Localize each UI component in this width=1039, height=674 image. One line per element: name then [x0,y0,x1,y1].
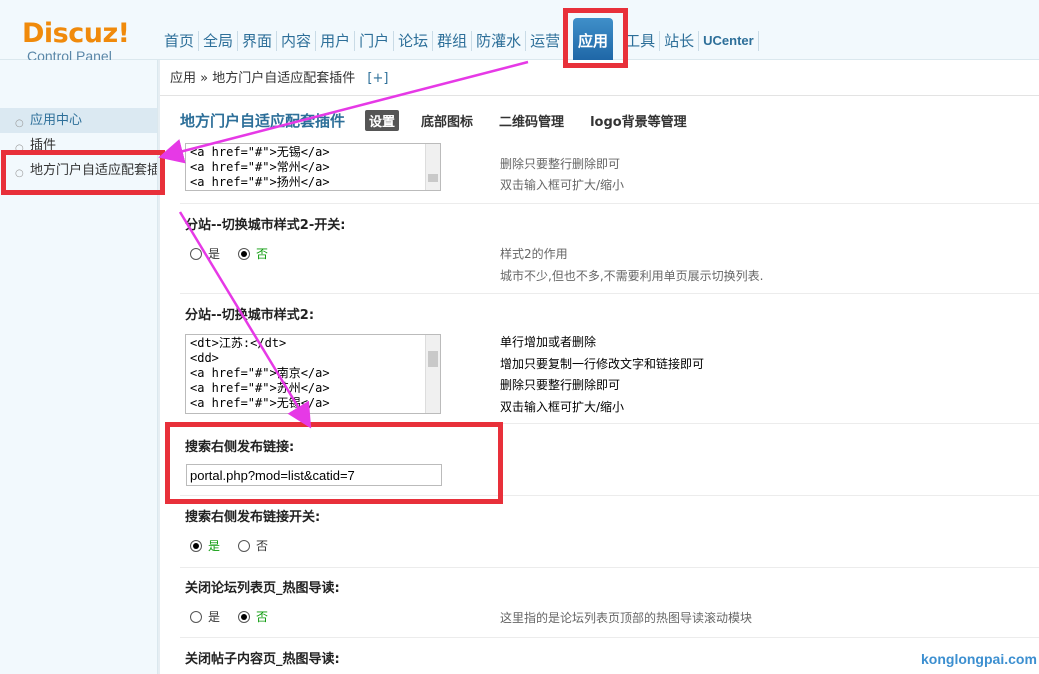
textarea-line: <a href="#">南京</a> [190,366,330,380]
setting-label: 关闭论坛列表页_热图导读: [185,581,340,596]
breadcrumb-root[interactable]: 应用 [170,71,196,86]
textarea-scrollbar[interactable] [425,335,440,413]
textarea-line: <dt>江苏:</dt> [190,336,287,350]
tab-footer-icons[interactable]: 底部图标 [417,110,477,131]
radio-group-style2-switch: 是 否 [190,245,286,262]
radio-no-label: 否 [256,610,269,624]
highlight-box-search-link [165,422,503,504]
tab-logo-background[interactable]: logo背景等管理 [586,110,691,131]
textarea-line: <dd> [190,351,219,365]
city-style2-textarea[interactable]: <dt>江苏:</dt> <dd> <a href="#">南京</a> <a … [185,334,441,414]
sidebar-item-app-center[interactable]: ○ 应用中心 [0,108,157,133]
logo[interactable]: Discuz! Control Panel [22,18,132,65]
setting-row-city-style2-switch: 分站--切换城市样式2-开关: 是 否 样式2的作用 城市不少,但也不多,不需要… [180,204,1039,294]
highlight-box-sidebar-plugin [1,150,165,195]
add-shortcut-button[interactable]: [+] [367,71,388,86]
tip-style2-purpose: 样式2的作用 [500,247,568,261]
nav-users[interactable]: 用户 [316,31,356,51]
radio-no[interactable] [238,610,251,623]
tab-settings[interactable]: 设置 [365,110,400,131]
tip-delete-row: 删除只要整行删除即可 [500,378,621,392]
scrollbar-thumb[interactable] [428,351,438,367]
highlight-box-apps-tab [563,8,628,68]
nav-portal[interactable]: 门户 [355,31,395,51]
nav-home[interactable]: 首页 [160,31,200,51]
tip-forum-hot: 这里指的是论坛列表页顶部的热图导读滚动模块 [500,611,753,625]
city-list-textarea[interactable]: <a href="#">无锡</a> <a href="#">常州</a> <a… [185,143,441,191]
radio-yes[interactable] [190,247,202,260]
nav-operate[interactable]: 运营 [526,31,565,51]
textarea-scrollbar[interactable] [425,144,440,190]
tip-delete-row: 删除只要整行删除即可 [500,157,621,171]
breadcrumb-current: 地方门户自适应配套插件 [212,71,356,86]
radio-no-label: 否 [256,247,269,261]
textarea-line: <a href="#">无锡</a> [190,145,330,159]
radio-yes-label: 是 [208,610,221,624]
setting-label: 搜索右侧发布链接开关: [185,510,321,525]
sidebar-item-label: 应用中心 [30,113,83,128]
setting-label: 分站--切换城市样式2: [185,308,315,323]
textarea-line: <a href="#">苏州</a> [190,381,330,395]
nav-antispam[interactable]: 防灌水 [472,31,527,51]
nav-content[interactable]: 内容 [277,31,317,51]
setting-row-thread-hot: 关闭帖子内容页_热图导读: [180,638,1039,674]
nav-admin[interactable]: 站长 [660,31,700,51]
watermark: konglongpai.com [921,651,1037,667]
top-header: Discuz! Control Panel 首页 全局 界面 内容 用户 门户 … [0,0,1039,64]
radio-no-label: 否 [256,539,269,553]
setting-row-city-list: <a href="#">无锡</a> <a href="#">常州</a> <a… [180,143,1039,204]
setting-row-city-style2: 分站--切换城市样式2: <dt>江苏:</dt> <dd> <a href="… [180,294,1039,424]
tip-copy-row: 增加只要复制一行修改文字和链接即可 [500,357,705,371]
radio-yes[interactable] [190,539,202,552]
nav-groups[interactable]: 群组 [433,31,473,51]
textarea-line: <a href="#">常州</a> [190,160,330,174]
radio-yes-label: 是 [208,539,221,553]
tip-double-click: 双击输入框可扩大/缩小 [500,178,625,192]
setting-label: 分站--切换城市样式2-开关: [185,218,346,233]
setting-row-forum-hot: 关闭论坛列表页_热图导读: 是 否 这里指的是论坛列表页顶部的热图导读滚动模块 [180,568,1039,638]
setting-row-search-link-switch: 搜索右侧发布链接开关: 是 否 [180,496,1039,568]
nav-forum[interactable]: 论坛 [394,31,434,51]
radio-group-search-switch: 是 否 [190,537,286,554]
textarea-line: <a href="#">扬州</a> [190,175,330,189]
nav-global[interactable]: 全局 [199,31,239,51]
radio-group-forum-hot: 是 否 [190,608,286,625]
radio-no[interactable] [238,539,251,552]
scrollbar-thumb[interactable] [428,174,438,182]
tip-style2-desc: 城市不少,但也不多,不需要利用单页展示切换列表. [500,269,764,283]
radio-no[interactable] [238,247,251,260]
textarea-line: <a href="#">无锡</a> [190,396,330,410]
nav-ucenter[interactable]: UCenter [699,31,759,51]
admin-app: Discuz! Control Panel 首页 全局 界面 内容 用户 门户 … [0,0,1039,674]
top-nav: 首页 全局 界面 内容 用户 门户 论坛 群组 防灌水 运营 工具 站长 UCe… [160,30,759,52]
radio-yes-label: 是 [208,247,221,261]
tip-double-click: 双击输入框可扩大/缩小 [500,400,625,414]
tab-qrcode[interactable]: 二维码管理 [495,110,568,131]
logo-title: Discuz! [22,18,130,49]
setting-label: 关闭帖子内容页_热图导读: [185,652,340,667]
breadcrumb-separator: » [200,71,209,86]
bullet-icon: ○ [15,118,24,129]
radio-yes[interactable] [190,610,202,623]
nav-interface[interactable]: 界面 [238,31,278,51]
plugin-subnav: 地方门户自适应配套插件 设置 底部图标 二维码管理 logo背景等管理 [180,110,709,131]
main-content: 地方门户自适应配套插件 设置 底部图标 二维码管理 logo背景等管理 <a h… [160,96,1039,674]
plugin-title: 地方门户自适应配套插件 [180,112,346,130]
tip-add-remove: 单行增加或者删除 [500,335,597,349]
